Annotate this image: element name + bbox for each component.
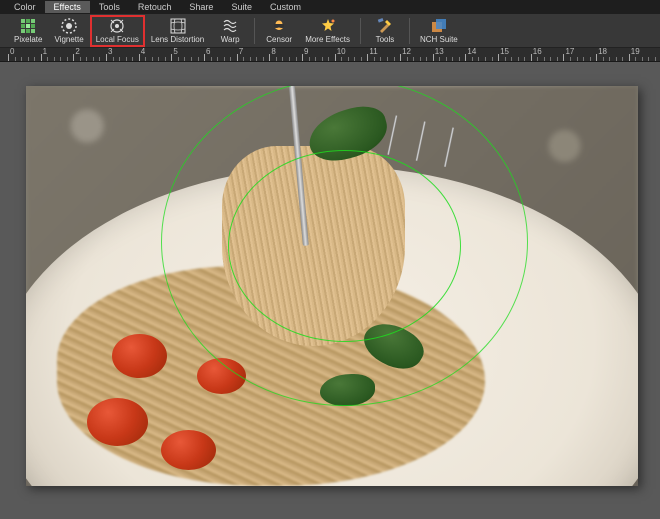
vignette-icon: [61, 18, 77, 34]
nch-suite-button[interactable]: NCH Suite: [414, 15, 464, 47]
vignette-label: Vignette: [54, 35, 83, 44]
vignette-button[interactable]: Vignette: [48, 15, 89, 47]
tools-icon: [377, 18, 393, 34]
focus-inner-circle[interactable]: [228, 150, 461, 342]
lens-distortion-button[interactable]: Lens Distortion: [145, 15, 210, 47]
censor-label: Censor: [266, 35, 292, 44]
censor-button[interactable]: Censor: [259, 15, 299, 47]
canvas-area[interactable]: [0, 62, 660, 519]
pixelate-icon: [20, 18, 36, 34]
pixelate-button[interactable]: Pixelate: [8, 15, 48, 47]
menu-tools[interactable]: Tools: [90, 1, 129, 13]
nch-suite-label: NCH Suite: [420, 35, 458, 44]
local-focus-button[interactable]: Local Focus: [90, 15, 145, 47]
menu-custom[interactable]: Custom: [261, 1, 310, 13]
more-effects-button[interactable]: More Effects: [299, 15, 356, 47]
warp-icon: [222, 18, 238, 34]
menu-share[interactable]: Share: [180, 1, 222, 13]
warp-button[interactable]: Warp: [210, 15, 250, 47]
pixelate-label: Pixelate: [14, 35, 42, 44]
menu-suite[interactable]: Suite: [222, 1, 261, 13]
toolbar-separator: [254, 18, 255, 44]
toolbar-separator: [409, 18, 410, 44]
menu-retouch[interactable]: Retouch: [129, 1, 181, 13]
tools-button[interactable]: Tools: [365, 15, 405, 47]
more-effects-icon: [320, 18, 336, 34]
local-focus-icon: [109, 18, 125, 34]
toolbar-separator: [360, 18, 361, 44]
more-effects-label: More Effects: [305, 35, 350, 44]
warp-label: Warp: [221, 35, 240, 44]
image-canvas[interactable]: [26, 86, 638, 486]
main-menubar: Color Effects Tools Retouch Share Suite …: [0, 0, 660, 14]
menu-effects[interactable]: Effects: [45, 1, 90, 13]
local-focus-label: Local Focus: [96, 35, 139, 44]
tools-label: Tools: [376, 35, 395, 44]
effects-toolbar: Pixelate Vignette Local Focus Lens Disto…: [0, 14, 660, 48]
menu-color[interactable]: Color: [5, 1, 45, 13]
nch-suite-icon: [431, 18, 447, 34]
horizontal-ruler: 01234567891011121314151617181920: [0, 48, 660, 62]
censor-icon: [271, 18, 287, 34]
lens-distortion-icon: [170, 18, 186, 34]
lens-distortion-label: Lens Distortion: [151, 35, 204, 44]
